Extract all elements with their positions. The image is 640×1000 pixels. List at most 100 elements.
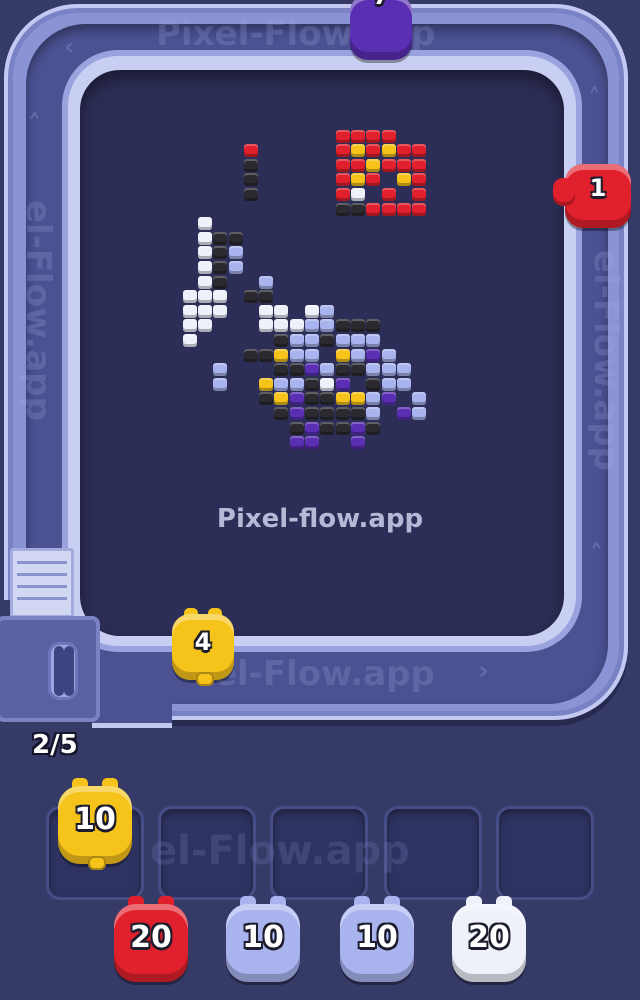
conveyor-pig-bottom[interactable]: 4 [172, 608, 234, 686]
pixel-block [396, 377, 411, 391]
pixel-block [350, 144, 365, 158]
pixel-block [259, 377, 274, 391]
pixel-block [274, 392, 289, 406]
pixel-block [396, 202, 411, 216]
pixel-block [197, 217, 212, 231]
pixel-block [350, 319, 365, 333]
pixel-block [366, 158, 381, 172]
pixel-block [213, 304, 228, 318]
pixel-block [350, 158, 365, 172]
watermark-text: Pixel-flow.app [216, 504, 424, 534]
pixel-block [213, 261, 228, 274]
track-exit-lane [92, 632, 172, 728]
pixel-block [350, 363, 365, 377]
pixel-block [366, 129, 381, 143]
pixel-block [320, 377, 335, 391]
pixel-block [305, 392, 319, 406]
pixel-block [197, 246, 212, 260]
pixel-block [243, 158, 258, 172]
pixel-block [274, 407, 289, 420]
pixel-block [320, 304, 335, 318]
pixel-block [396, 144, 411, 158]
pixel-block [350, 392, 365, 406]
pixel-block [274, 319, 289, 333]
pixel-block [320, 334, 335, 347]
conveyor-pig-top[interactable]: 7 [350, 0, 412, 62]
pig-count: 4 [194, 628, 212, 656]
pig-count: 20 [130, 920, 172, 955]
pixel-block [259, 392, 274, 406]
pixel-block [412, 188, 427, 201]
pixel-block [335, 319, 350, 333]
pixel-block [197, 231, 212, 245]
pixel-block [396, 407, 411, 420]
pixel-block [335, 144, 350, 158]
chevron-right-icon: › [478, 656, 489, 686]
pixel-block [320, 421, 335, 435]
pixel-block [366, 334, 381, 347]
pixel-block [305, 304, 319, 318]
pixel-block [289, 348, 304, 362]
pixel-block [335, 188, 350, 201]
pixel-block [289, 377, 304, 391]
pixel-block [350, 173, 365, 187]
pixel-block [320, 392, 335, 406]
conveyor-pig-right[interactable]: 1 [551, 160, 639, 234]
pixel-block [381, 202, 396, 216]
pixel-block [412, 158, 427, 172]
pixel-block [243, 188, 258, 201]
pixel-block [350, 188, 365, 201]
game-board: Pixel-Flow.app el-Flow.app el-Flow.app e… [0, 0, 640, 1000]
active-pig[interactable]: 10 [58, 778, 132, 870]
pixel-block [335, 377, 350, 391]
pixel-block [381, 392, 396, 406]
pixel-block [335, 158, 350, 172]
pixel-block [228, 261, 243, 274]
pixel-block [412, 392, 427, 406]
pixel-block [366, 319, 381, 333]
pixel-block [259, 275, 274, 289]
waiting-slot[interactable] [496, 806, 594, 900]
pixel-block [289, 334, 304, 347]
pixel-block [197, 261, 212, 274]
pixel-block [197, 290, 212, 304]
pixel-block [243, 144, 258, 158]
pixel-block [335, 129, 350, 143]
queue-pig[interactable]: 10 [226, 896, 300, 984]
pig-count: 10 [74, 802, 116, 837]
pixel-block [305, 407, 319, 420]
pixel-block [213, 231, 228, 245]
pixel-block [305, 421, 319, 435]
track-watermark-bottom: el-Flow.app [214, 654, 435, 694]
pixel-block [305, 436, 319, 450]
pixel-block [305, 377, 319, 391]
pixel-block [274, 304, 289, 318]
pixel-block [197, 275, 212, 289]
pixel-block [289, 436, 304, 450]
pixel-block [350, 202, 365, 216]
pixel-block [366, 202, 381, 216]
pixel-block [366, 421, 381, 435]
pixel-block [228, 246, 243, 260]
pixel-block [350, 334, 365, 347]
pixel-block [350, 129, 365, 143]
pixel-block [182, 334, 197, 347]
pixel-block [259, 319, 274, 333]
pig-count: 1 [589, 174, 607, 202]
chevron-left-icon: ‹ [64, 32, 75, 62]
gate-slot [48, 642, 78, 700]
queue-pig[interactable]: 20 [114, 896, 188, 984]
pixel-block [381, 158, 396, 172]
queue-pig[interactable]: 10 [340, 896, 414, 984]
slot-watermark: el-Flow.app [150, 828, 410, 874]
pixel-block [274, 363, 289, 377]
pig-count: 20 [468, 920, 510, 955]
track-watermark-right: el-Flow.app [586, 250, 626, 471]
pixel-block [335, 407, 350, 420]
pixel-block [335, 421, 350, 435]
pig-count: 7 [350, 0, 412, 10]
pixel-block [350, 348, 365, 362]
queue-pig[interactable]: 20 [452, 896, 526, 984]
pixel-block [412, 407, 427, 420]
pixel-block [243, 173, 258, 187]
